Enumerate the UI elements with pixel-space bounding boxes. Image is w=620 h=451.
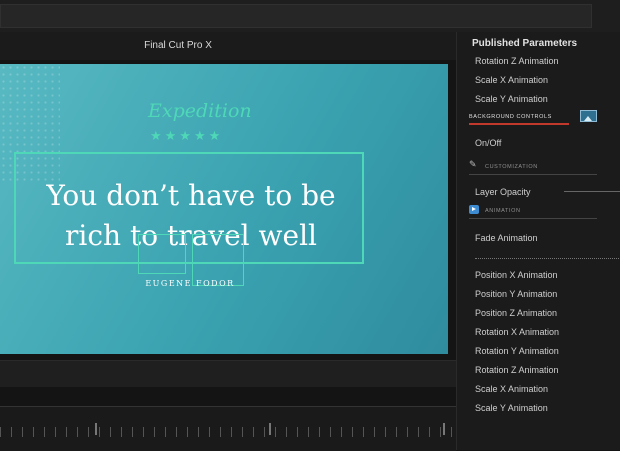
ruler-major-tick	[95, 423, 97, 435]
quote-text: You don’t have to be rich to travel well	[16, 176, 366, 256]
ruler-major-tick	[269, 423, 271, 435]
opacity-slider[interactable]	[564, 191, 620, 192]
published-parameters-panel: Published Parameters Rotation Z Animatio…	[456, 32, 620, 450]
top-toolbar	[0, 0, 620, 33]
app-title: Final Cut Pro X	[144, 40, 212, 51]
timeline[interactable]	[0, 406, 456, 451]
param-on-off[interactable]: On/Off	[475, 138, 501, 148]
quote-frame[interactable]: You don’t have to be rich to travel well	[14, 152, 364, 264]
param-layer-opacity[interactable]: Layer Opacity	[475, 187, 531, 197]
param-rotation-z-2[interactable]: Rotation Z Animation	[475, 365, 559, 375]
param-rotation-x[interactable]: Rotation X Animation	[475, 327, 559, 337]
section-underline	[469, 123, 569, 125]
timeline-ruler[interactable]	[0, 427, 456, 437]
quote-author: EUGENE FODOR	[145, 279, 235, 288]
param-position-x[interactable]: Position X Animation	[475, 270, 558, 280]
toolbar-strip	[0, 4, 592, 28]
viewer-canvas[interactable]: Expedition ★★★★★ You don’t have to be ri…	[0, 64, 448, 354]
quote-line-1: You don’t have to be	[46, 179, 336, 212]
brand-title: Expedition	[148, 100, 252, 122]
timeline-toolbar	[0, 360, 456, 387]
param-scale-x[interactable]: Scale X Animation	[475, 75, 548, 85]
image-icon[interactable]	[580, 110, 597, 122]
param-scale-x-2[interactable]: Scale X Animation	[475, 384, 548, 394]
section-background-controls: BACKGROUND CONTROLS	[469, 114, 552, 120]
section-animation: ANIMATION	[485, 208, 521, 214]
param-position-z[interactable]: Position Z Animation	[475, 308, 557, 318]
param-scale-y[interactable]: Scale Y Animation	[475, 94, 548, 104]
viewer-header: Final Cut Pro X	[0, 32, 456, 60]
section-customization: CUSTOMIZATION	[485, 164, 538, 170]
param-position-y[interactable]: Position Y Animation	[475, 289, 557, 299]
panel-title: Published Parameters	[472, 38, 578, 49]
param-fade-animation[interactable]: Fade Animation	[475, 233, 538, 243]
divider	[469, 218, 597, 219]
play-icon	[469, 205, 479, 214]
divider	[469, 174, 597, 175]
selection-guide-left[interactable]	[138, 234, 186, 274]
dotted-separator	[475, 258, 620, 259]
param-rotation-y[interactable]: Rotation Y Animation	[475, 346, 559, 356]
pencil-icon: ✎	[469, 159, 477, 169]
param-scale-y-2[interactable]: Scale Y Animation	[475, 403, 548, 413]
star-rating: ★★★★★	[150, 128, 224, 143]
param-rotation-z[interactable]: Rotation Z Animation	[475, 56, 559, 66]
ruler-major-tick	[443, 423, 445, 435]
quote-line-2: rich to travel well	[65, 219, 317, 252]
